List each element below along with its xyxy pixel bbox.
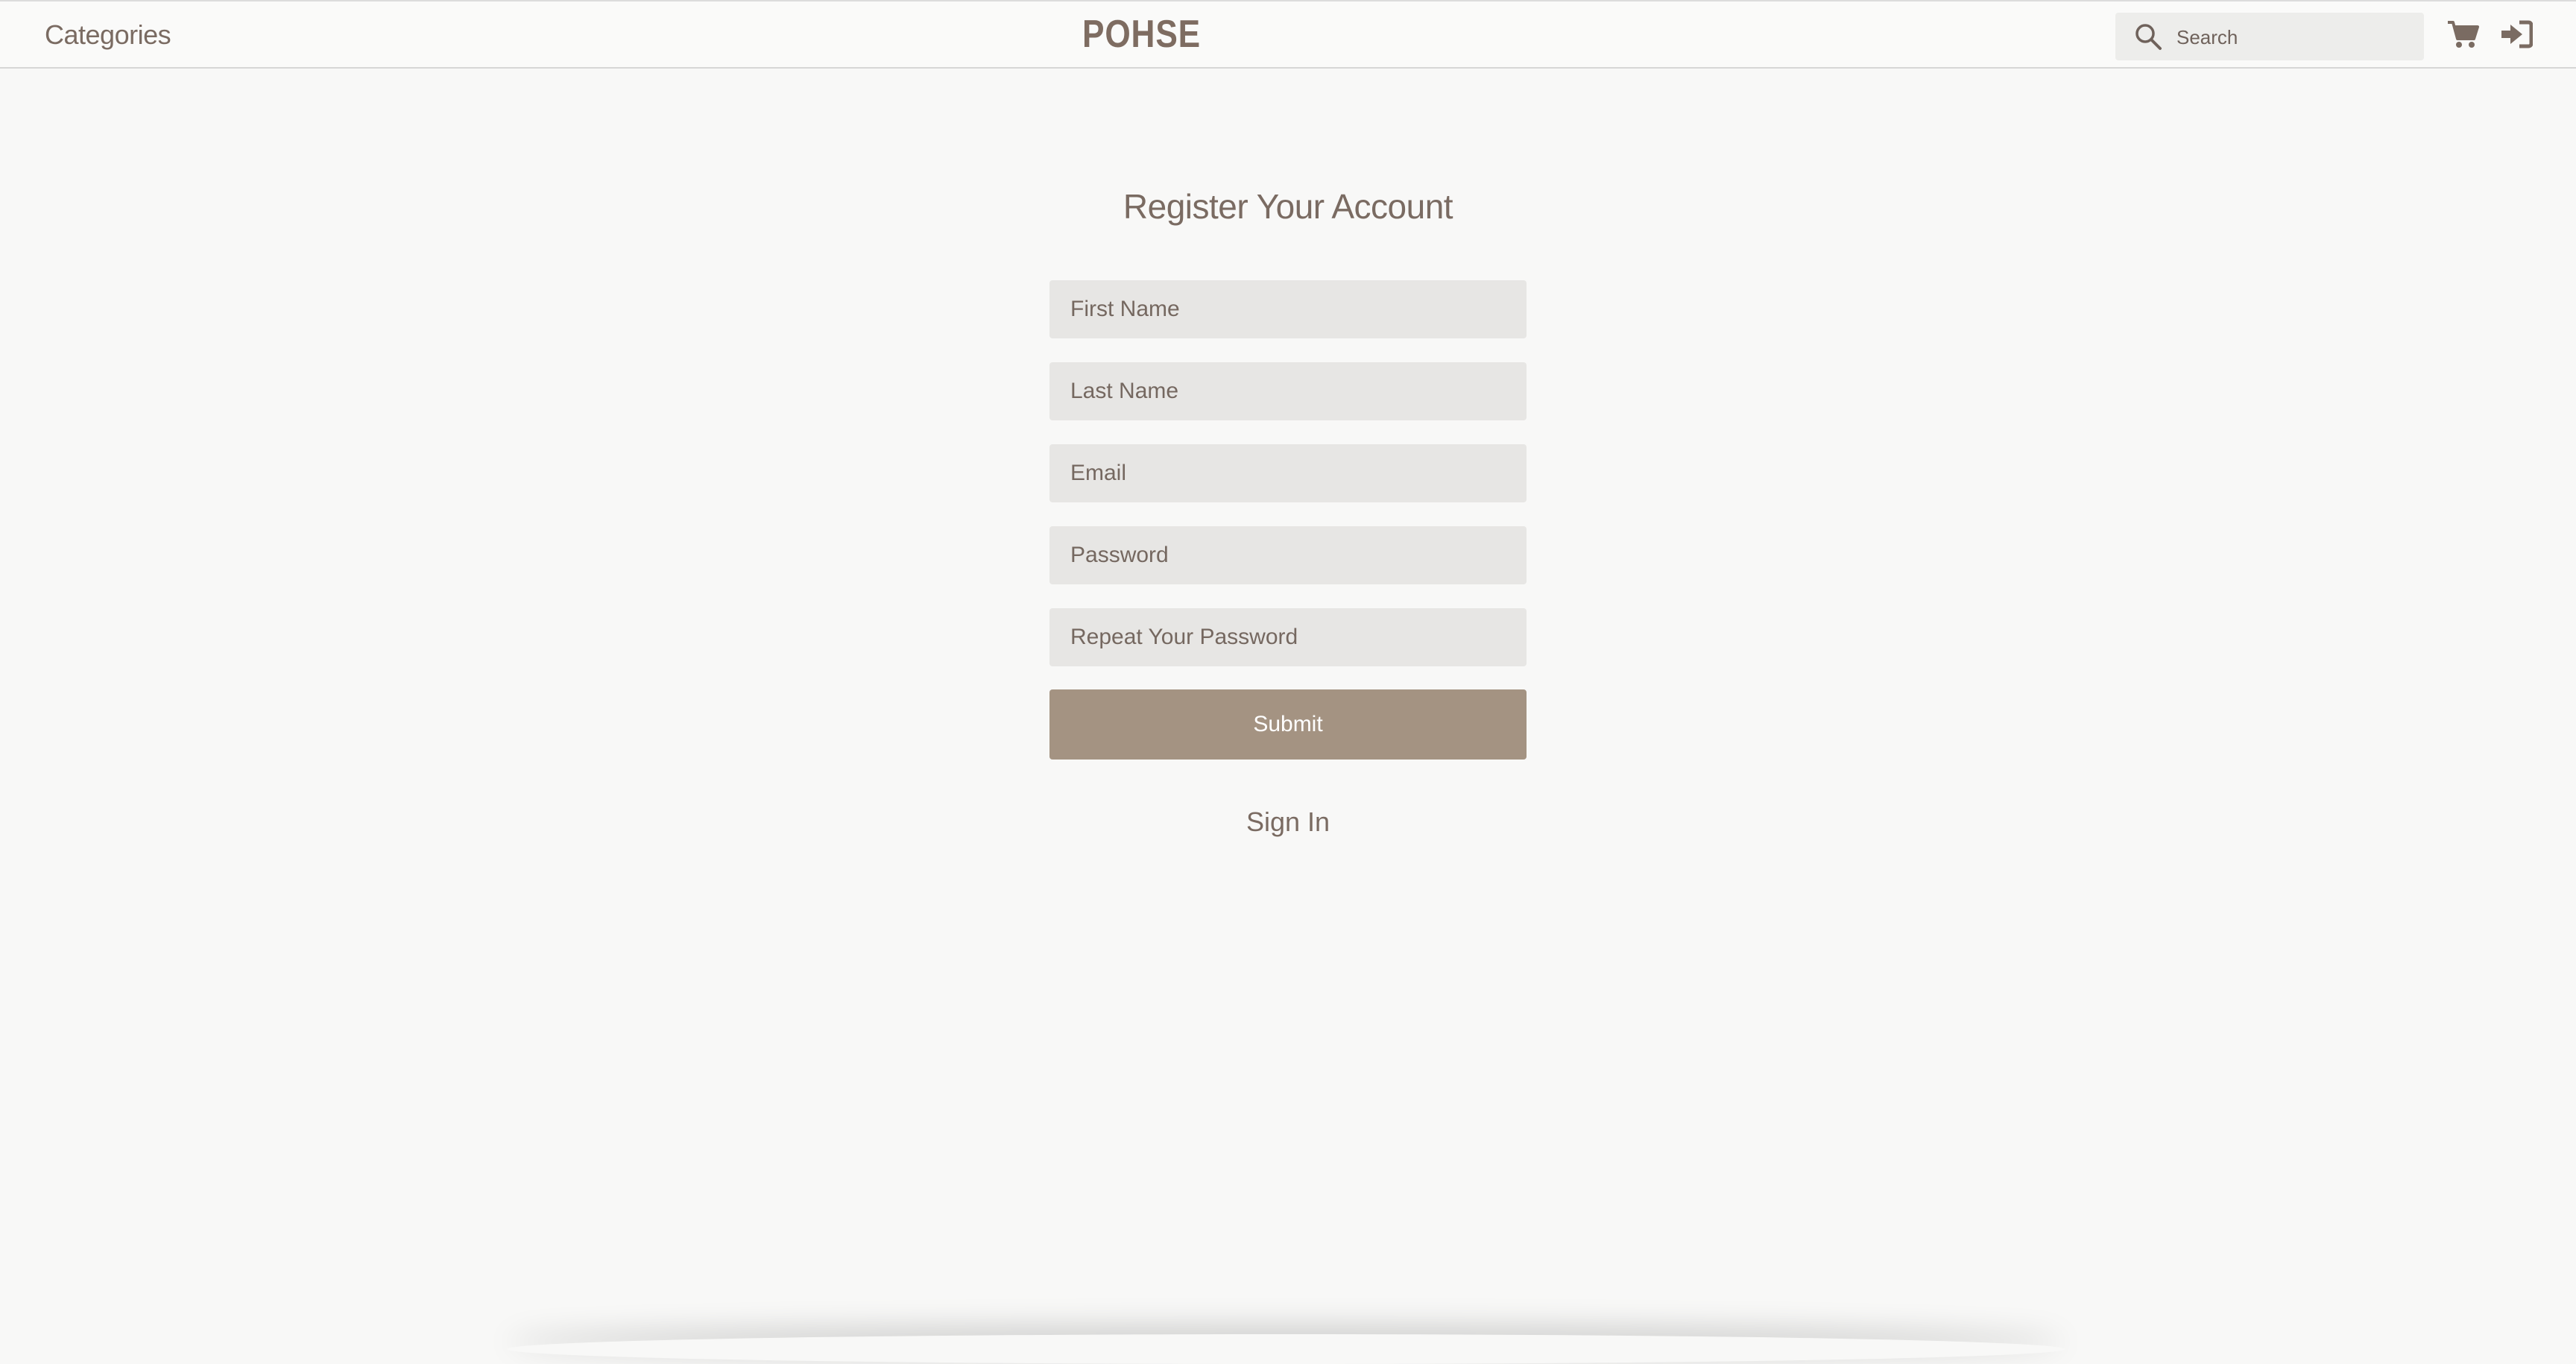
repeat-password-field[interactable]	[1049, 608, 1527, 666]
search-icon[interactable]	[2133, 22, 2163, 51]
cart-icon[interactable]	[2446, 19, 2479, 49]
email-field[interactable]	[1049, 444, 1527, 502]
categories-menu[interactable]: Categories	[45, 19, 171, 51]
submit-button[interactable]: Submit	[1049, 689, 1527, 760]
search-box[interactable]	[2115, 13, 2424, 60]
site-logo[interactable]: POHSE	[1082, 12, 1201, 57]
sign-in-link[interactable]: Sign In	[1049, 806, 1527, 838]
last-name-field[interactable]	[1049, 362, 1527, 420]
password-field[interactable]	[1049, 526, 1527, 584]
sign-in-icon[interactable]	[2500, 19, 2533, 49]
footer-shadow	[507, 1334, 2065, 1364]
top-nav-bar: Categories POHSE	[0, 0, 2576, 69]
search-input[interactable]	[2175, 19, 2416, 56]
page-title: Register Your Account	[1123, 187, 1453, 226]
first-name-field[interactable]	[1049, 280, 1527, 338]
